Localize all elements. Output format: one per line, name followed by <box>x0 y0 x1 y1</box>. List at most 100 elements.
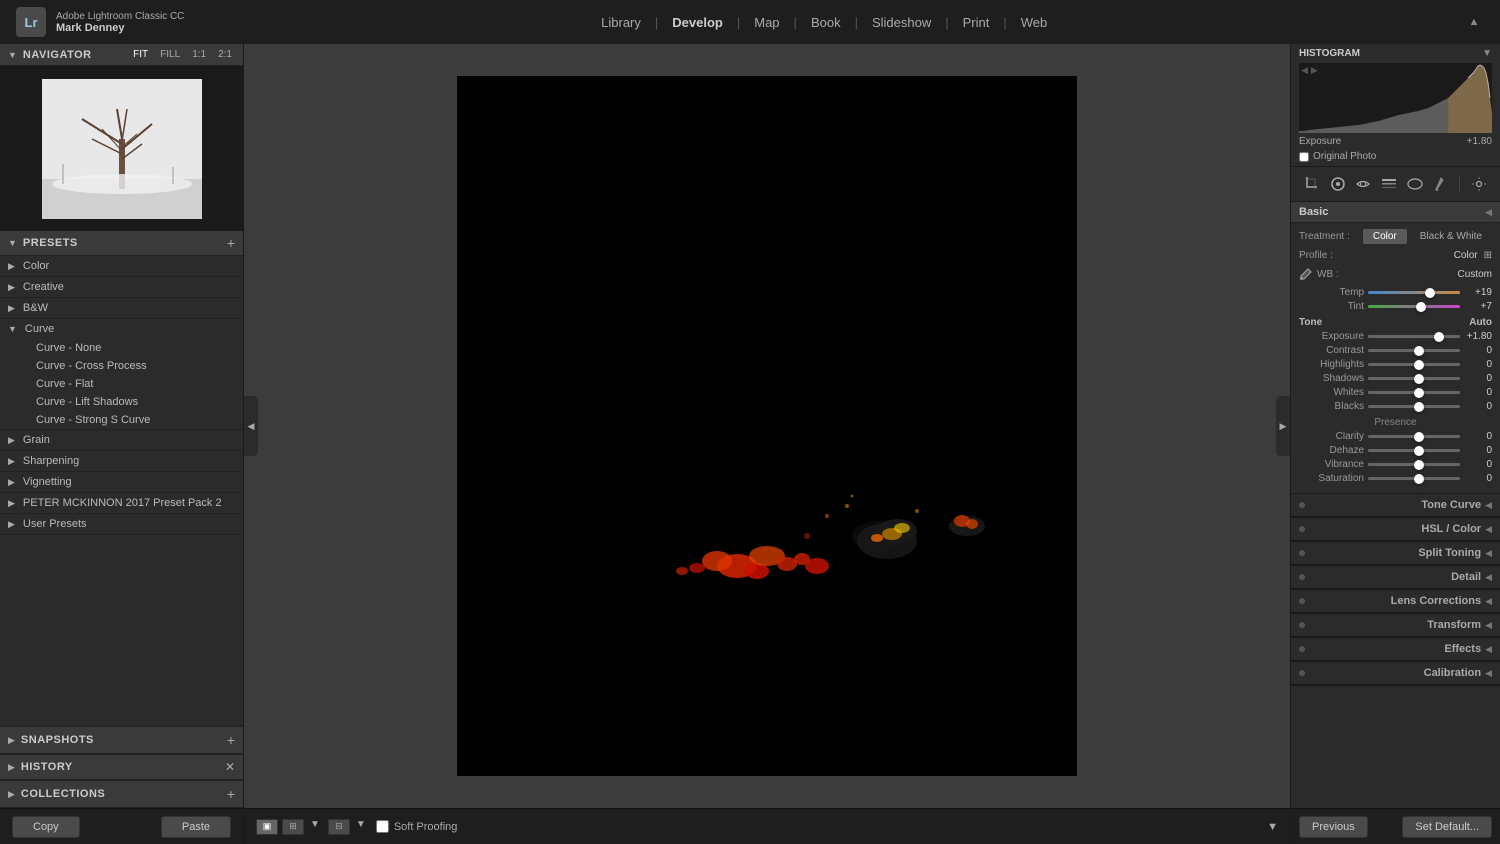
highlights-slider-thumb[interactable] <box>1414 360 1424 370</box>
adjustment-brush-tool-icon[interactable] <box>1430 173 1452 195</box>
blacks-slider[interactable] <box>1368 405 1460 408</box>
radial-filter-tool-icon[interactable] <box>1404 173 1426 195</box>
tone-curve-header[interactable]: Tone Curve ◀ <box>1291 494 1500 517</box>
add-collection-btn[interactable]: + <box>227 786 235 802</box>
hist-highlights-clip-icon[interactable]: ▶ <box>1311 65 1318 76</box>
grid-view-btn[interactable]: ⊞ <box>282 819 304 835</box>
navigator-header[interactable]: ▼ Navigator FIT FILL 1:1 2:1 <box>0 44 243 66</box>
nav-slideshow[interactable]: Slideshow <box>862 11 941 34</box>
previous-button[interactable]: Previous <box>1299 816 1368 838</box>
tint-slider[interactable] <box>1368 305 1460 308</box>
add-snapshot-btn[interactable]: + <box>227 732 235 748</box>
vibrance-slider[interactable] <box>1368 463 1460 466</box>
red-eye-tool-icon[interactable] <box>1352 173 1374 195</box>
soft-proofing-control[interactable]: Soft Proofing <box>376 820 458 833</box>
treatment-color-btn[interactable]: Color <box>1363 229 1407 244</box>
clear-history-btn[interactable]: ✕ <box>225 760 235 774</box>
presets-header[interactable]: ▼ Presets + <box>0 231 243 256</box>
preset-group-peter-header[interactable]: ▶ PETER MCKINNON 2017 Preset Pack 2 <box>0 493 243 513</box>
preset-item-curve-strong-s[interactable]: Curve - Strong S Curve <box>0 411 243 429</box>
nav-web[interactable]: Web <box>1011 11 1058 34</box>
hsl-color-header[interactable]: HSL / Color ◀ <box>1291 518 1500 541</box>
copy-button[interactable]: Copy <box>12 816 80 838</box>
nav-book[interactable]: Book <box>801 11 851 34</box>
preset-group-creative-header[interactable]: ▶ Creative <box>0 277 243 297</box>
whites-slider-thumb[interactable] <box>1414 388 1424 398</box>
compare-options-dropdown[interactable]: ▼ <box>356 819 366 835</box>
right-panel-collapse-btn[interactable]: ▶ <box>1276 396 1290 456</box>
settings-tool-icon[interactable] <box>1468 173 1490 195</box>
clarity-slider-thumb[interactable] <box>1414 432 1424 442</box>
collections-header[interactable]: ▶ Collections + <box>0 781 243 808</box>
calibration-header[interactable]: Calibration ◀ <box>1291 662 1500 685</box>
graduated-filter-tool-icon[interactable] <box>1378 173 1400 195</box>
preset-group-user-header[interactable]: ▶ User Presets <box>0 514 243 534</box>
transform-header[interactable]: Transform ◀ <box>1291 614 1500 637</box>
zoom-2-1-btn[interactable]: 2:1 <box>215 48 235 61</box>
effects-header[interactable]: Effects ◀ <box>1291 638 1500 661</box>
crop-tool-icon[interactable] <box>1301 173 1323 195</box>
blacks-slider-thumb[interactable] <box>1414 402 1424 412</box>
preset-item-curve-lift-shadows[interactable]: Curve - Lift Shadows <box>0 393 243 411</box>
temp-slider[interactable] <box>1368 291 1460 294</box>
preset-group-color-header[interactable]: ▶ Color <box>0 256 243 276</box>
detail-header[interactable]: Detail ◀ <box>1291 566 1500 589</box>
split-toning-header[interactable]: Split Toning ◀ <box>1291 542 1500 565</box>
preset-item-curve-flat[interactable]: Curve - Flat <box>0 375 243 393</box>
add-preset-btn[interactable]: + <box>227 235 235 251</box>
nav-library[interactable]: Library <box>591 11 651 34</box>
whites-slider[interactable] <box>1368 391 1460 394</box>
preset-group-curve-header[interactable]: ▼ Curve <box>0 319 243 339</box>
snapshots-header[interactable]: ▶ Snapshots + <box>0 727 243 754</box>
clarity-slider[interactable] <box>1368 435 1460 438</box>
preset-group-bw-header[interactable]: ▶ B&W <box>0 298 243 318</box>
compare-view-btn[interactable]: ⊟ <box>328 819 350 835</box>
paste-button[interactable]: Paste <box>161 816 231 838</box>
original-photo-checkbox[interactable] <box>1299 152 1309 162</box>
soft-proofing-checkbox[interactable] <box>376 820 389 833</box>
saturation-slider[interactable] <box>1368 477 1460 480</box>
contrast-slider[interactable] <box>1368 349 1460 352</box>
tint-slider-thumb[interactable] <box>1416 302 1426 312</box>
spot-removal-tool-icon[interactable] <box>1327 173 1349 195</box>
preset-item-curve-cross-process[interactable]: Curve - Cross Process <box>0 357 243 375</box>
dehaze-slider[interactable] <box>1368 449 1460 452</box>
zoom-fit-btn[interactable]: FIT <box>130 48 151 61</box>
preset-item-curve-none[interactable]: Curve - None <box>0 339 243 357</box>
top-collapse-btn[interactable]: ▲ <box>1464 12 1484 32</box>
auto-tone-btn[interactable]: Auto <box>1469 317 1492 328</box>
contrast-slider-thumb[interactable] <box>1414 346 1424 356</box>
highlights-slider-row: Highlights 0 <box>1299 359 1492 370</box>
filmstrip-collapse-btn[interactable]: ▼ <box>1267 821 1278 833</box>
shadows-slider-thumb[interactable] <box>1414 374 1424 384</box>
single-view-btn[interactable]: ▣ <box>256 819 278 835</box>
profile-grid-icon[interactable]: ⊞ <box>1484 250 1492 261</box>
basic-section-header[interactable]: Basic ◀ <box>1291 202 1500 223</box>
nav-print[interactable]: Print <box>953 11 1000 34</box>
history-panel: ▶ History ✕ <box>0 754 243 780</box>
preset-group-grain-header[interactable]: ▶ Grain <box>0 430 243 450</box>
preset-group-sharpening-header[interactable]: ▶ Sharpening <box>0 451 243 471</box>
preset-group-vignetting-header[interactable]: ▶ Vignetting <box>0 472 243 492</box>
treatment-bw-btn[interactable]: Black & White <box>1410 229 1492 244</box>
history-header[interactable]: ▶ History ✕ <box>0 755 243 780</box>
wb-eyedropper-icon[interactable] <box>1299 267 1313 281</box>
zoom-1-1-btn[interactable]: 1:1 <box>189 48 209 61</box>
temp-slider-thumb[interactable] <box>1425 288 1435 298</box>
vibrance-slider-thumb[interactable] <box>1414 460 1424 470</box>
zoom-fill-btn[interactable]: FILL <box>157 48 183 61</box>
saturation-slider-thumb[interactable] <box>1414 474 1424 484</box>
left-panel-collapse-btn[interactable]: ◀ <box>244 396 258 456</box>
dehaze-slider-thumb[interactable] <box>1414 446 1424 456</box>
nav-map[interactable]: Map <box>744 11 789 34</box>
exposure-slider[interactable] <box>1368 335 1460 338</box>
histogram-collapse-btn[interactable]: ▼ <box>1482 48 1492 59</box>
nav-develop[interactable]: Develop <box>662 11 733 34</box>
lens-corrections-header[interactable]: Lens Corrections ◀ <box>1291 590 1500 613</box>
set-default-button[interactable]: Set Default... <box>1402 816 1492 838</box>
exposure-slider-thumb[interactable] <box>1434 332 1444 342</box>
shadows-slider[interactable] <box>1368 377 1460 380</box>
view-options-dropdown[interactable]: ▼ <box>310 819 320 835</box>
highlights-slider[interactable] <box>1368 363 1460 366</box>
hist-shadows-clip-icon[interactable]: ◀ <box>1301 65 1308 76</box>
